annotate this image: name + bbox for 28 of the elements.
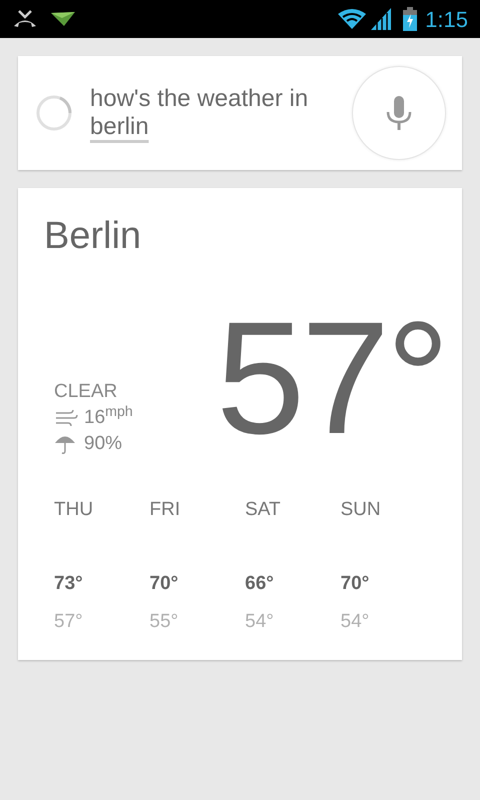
search-query-text: how's the weather in <box>90 85 308 112</box>
wind-icon <box>54 409 78 427</box>
battery-charging-icon <box>403 7 418 31</box>
current-temperature: 57° <box>216 298 446 464</box>
low-temperature: 54° <box>340 610 370 634</box>
signal-icon <box>371 8 392 30</box>
forecast-day: SAT <box>245 498 281 522</box>
loading-spinner-icon <box>36 95 72 131</box>
wind-speed: 16$^{mph}$ <box>84 406 133 430</box>
high-temperature: 66° <box>245 572 274 596</box>
microphone-icon <box>386 96 412 130</box>
low-temperature: 54° <box>245 610 274 634</box>
city-name: Berlin <box>44 214 142 259</box>
search-query-text: berlin <box>90 113 149 140</box>
paper-plane-icon <box>50 11 76 27</box>
wifi-icon <box>337 8 368 30</box>
low-temperature: 57° <box>54 610 83 634</box>
phone-hangup-icon <box>12 9 38 29</box>
high-temperature: 73° <box>54 572 83 596</box>
precipitation-chance: 90% <box>84 432 122 456</box>
low-temperature: 55° <box>150 610 178 634</box>
clock-time: 1:15 <box>425 6 468 34</box>
weather-condition: CLEAR <box>54 380 118 404</box>
forecast-day: FRI <box>150 498 180 522</box>
forecast-day: SUN <box>340 498 381 522</box>
forecast-day: THU <box>54 498 94 522</box>
high-temperature: 70° <box>150 572 178 596</box>
high-temperature: 70° <box>340 572 370 596</box>
